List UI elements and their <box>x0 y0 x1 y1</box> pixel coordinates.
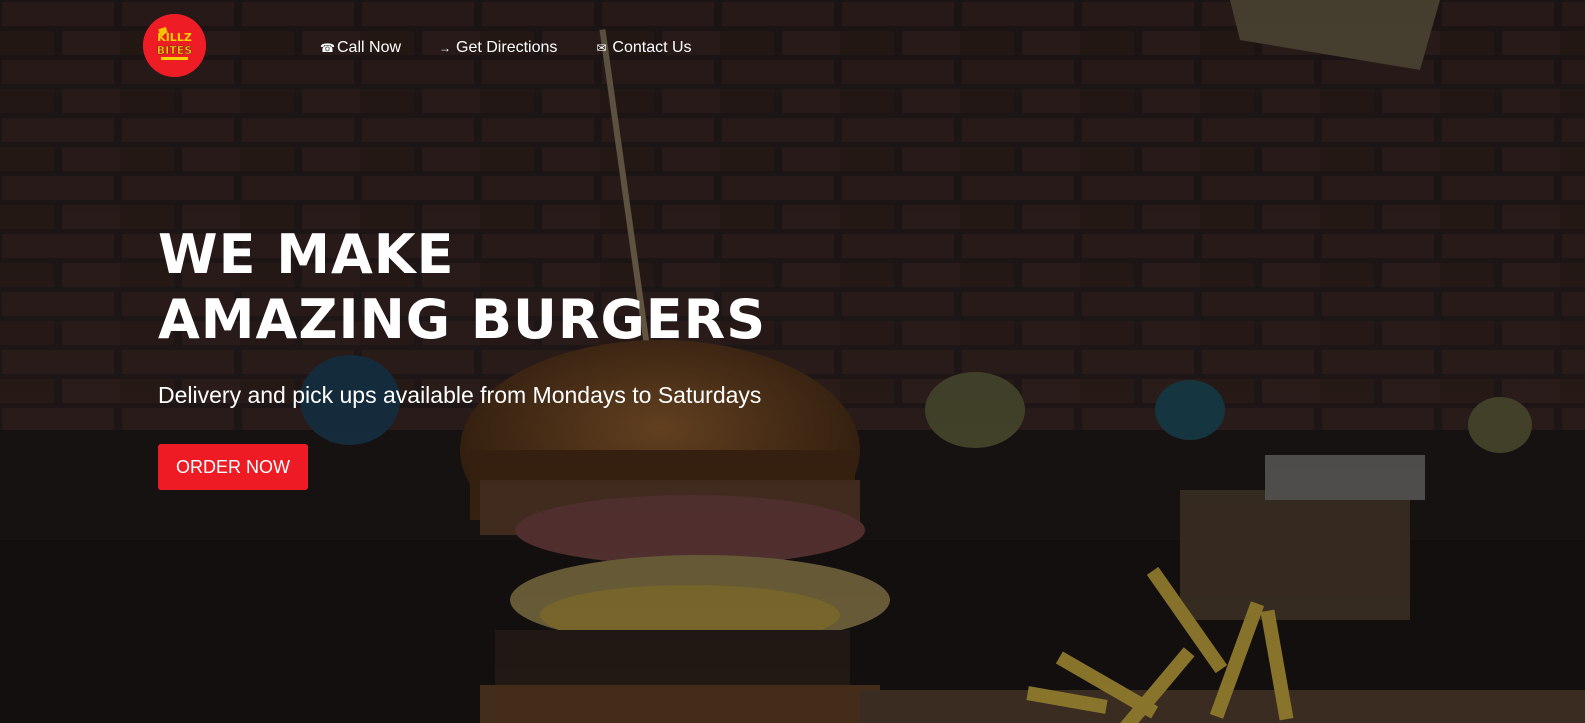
nav-call-now[interactable]: ☎ Call Now <box>320 38 401 58</box>
svg-text:BITES: BITES <box>157 44 192 57</box>
nav-label-call-now: Call Now <box>337 39 402 56</box>
hero-headline: WE MAKE AMAZING BURGERS <box>158 222 766 352</box>
order-now-button[interactable]: ORDER NOW <box>158 444 308 490</box>
hero-background-image <box>0 0 1585 723</box>
hero-headline-line-1: WE MAKE <box>158 223 455 286</box>
arrow-right-icon: → <box>439 41 452 55</box>
top-navigation-bar: KILLZ BITES ☎ Call Now → Get Directions … <box>0 0 1585 98</box>
logo-icon: KILLZ BITES <box>143 14 206 77</box>
nav-contact-us[interactable]: ✉ Contact Us <box>595 38 691 58</box>
brand-logo[interactable]: KILLZ BITES <box>143 14 206 77</box>
header-nav: ☎ Call Now → Get Directions ✉ Contact Us <box>320 38 692 58</box>
nav-label-contact-us: Contact Us <box>612 39 692 56</box>
hero-headline-line-2: AMAZING BURGERS <box>158 288 767 351</box>
hero-subtitle: Delivery and pick ups available from Mon… <box>158 382 762 408</box>
envelope-icon: ✉ <box>596 41 607 55</box>
svg-text:KILLZ: KILLZ <box>157 31 192 44</box>
nav-label-get-directions: Get Directions <box>456 39 558 56</box>
phone-icon: ☎ <box>320 41 335 55</box>
nav-get-directions[interactable]: → Get Directions <box>439 38 557 58</box>
hero-section: KILLZ BITES ☎ Call Now → Get Directions … <box>0 0 1585 723</box>
